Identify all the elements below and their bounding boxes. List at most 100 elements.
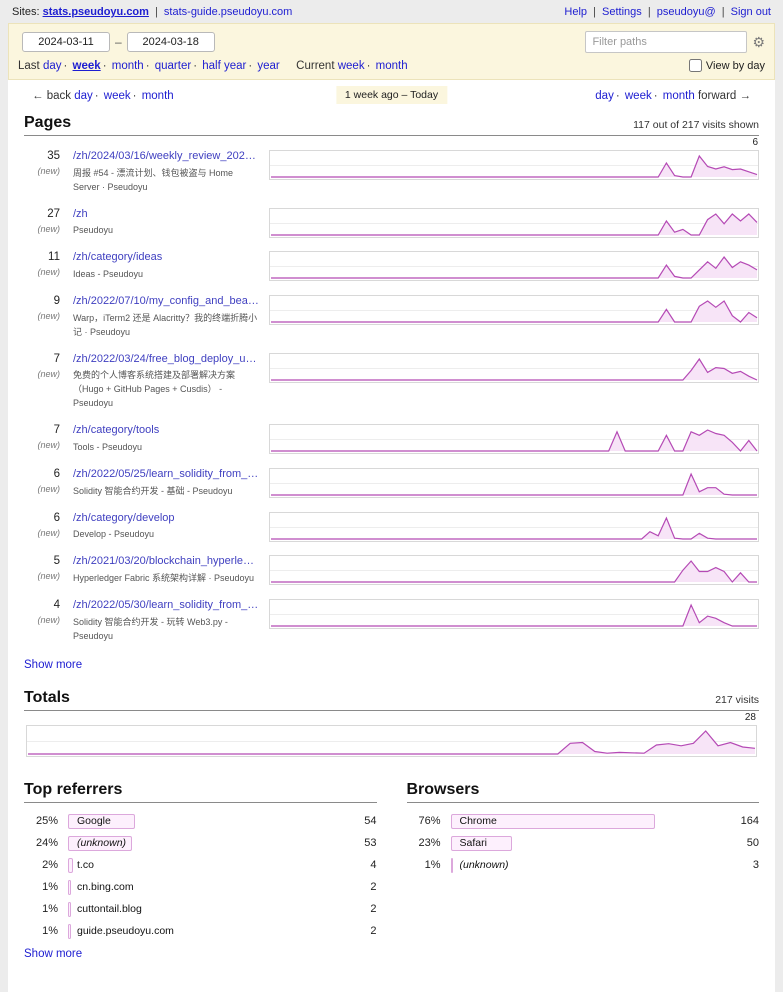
page-desc: 周报 #54 - 漂流计划、钱包被盗与 Home Server · Pseudo… [73, 167, 259, 195]
page-info: /zh/2022/05/30/learn_solidity_from_… Sol… [73, 599, 259, 644]
view-by-day-checkbox[interactable] [689, 59, 702, 72]
forward-month-link[interactable]: month [663, 90, 695, 102]
page-chart-area [269, 512, 759, 543]
page-count-cell: 35 (new) [24, 150, 60, 195]
stat-count: 4 [347, 859, 377, 871]
separator: · [248, 60, 252, 72]
period-half-year[interactable]: half year [202, 60, 246, 72]
new-badge: (new) [24, 528, 60, 538]
top-bar: Sites: stats.pseudoyu.com | stats-guide.… [0, 0, 783, 23]
page-chart-area [269, 424, 759, 455]
view-by-day-toggle[interactable]: View by day [689, 59, 765, 72]
stat-label: cn.bing.com [77, 881, 134, 893]
page-path-link[interactable]: /zh/2021/03/20/blockchain_hyperle… [73, 555, 259, 569]
stat-title: Top referrers [24, 781, 122, 799]
page-row: 6 (new) /zh/2022/05/25/learn_solidity_fr… [24, 468, 759, 499]
page-path-link[interactable]: /zh/2022/03/24/free_blog_deploy_u… [73, 353, 259, 367]
period-links: Last day· week· month· quarter· half yea… [18, 60, 408, 72]
site-link-secondary[interactable]: stats-guide.pseudoyu.com [164, 6, 292, 18]
stat-row: 1% cuttontail.blog 2 [24, 902, 377, 917]
period-day[interactable]: day [43, 60, 62, 72]
sparkline [269, 208, 759, 238]
back-month-link[interactable]: month [142, 90, 174, 102]
site-link-primary[interactable]: stats.pseudoyu.com [43, 6, 149, 18]
separator: · [146, 60, 150, 72]
stat-count: 54 [347, 815, 377, 827]
page-row: 7 (new) /zh/category/tools Tools - Pseud… [24, 424, 759, 455]
period-year[interactable]: year [257, 60, 279, 72]
sparkline [269, 468, 759, 498]
gear-icon[interactable]: ⚙ [752, 35, 765, 49]
stat-bar-area: (unknown) [451, 858, 720, 873]
page-desc: Warp，iTerm2 还是 Alacritty？我的终端折腾小记 · Pseu… [73, 312, 259, 340]
stat-label: Chrome [460, 815, 497, 827]
stat-column: Top referrers 25% Google 54 24% (unknown… [24, 781, 377, 974]
page-path-link[interactable]: /zh [73, 208, 259, 222]
new-badge: (new) [24, 440, 60, 450]
settings-link[interactable]: Settings [602, 6, 642, 18]
totals-visits-note: 217 visits [715, 694, 759, 707]
back-label: ← back [32, 90, 71, 102]
account-link[interactable]: pseudoyu@ [657, 6, 716, 18]
page-path-link[interactable]: /zh/category/ideas [73, 251, 259, 265]
page-chart-area [269, 353, 759, 412]
forward-week-link[interactable]: week [625, 90, 652, 102]
help-link[interactable]: Help [564, 6, 587, 18]
page-path-link[interactable]: /zh/2022/05/30/learn_solidity_from_… [73, 599, 259, 613]
page-chart-area [269, 295, 759, 340]
current-week[interactable]: week [338, 60, 365, 72]
back-week-link[interactable]: week [104, 90, 131, 102]
forward-day-link[interactable]: day [595, 90, 614, 102]
stat-count: 50 [729, 837, 759, 849]
page-row: 35 (new) /zh/2024/03/16/weekly_review_20… [24, 150, 759, 195]
current-label: Current [296, 60, 334, 72]
stat-rows: 25% Google 54 24% (unknown) 53 2% t.co 4… [24, 814, 377, 939]
stat-show-more-link[interactable]: Show more [24, 948, 82, 960]
signout-link[interactable]: Sign out [731, 6, 771, 18]
totals-title: Totals [24, 689, 70, 707]
stat-percent: 76% [407, 815, 441, 827]
page-info: /zh/category/develop Develop - Pseudoyu [73, 512, 259, 543]
sparkline [269, 353, 759, 383]
page-chart-area [269, 599, 759, 644]
page-chart-area [269, 555, 759, 586]
separator: · [64, 60, 68, 72]
filter-paths-input[interactable] [585, 31, 747, 53]
page-chart-area [269, 468, 759, 499]
page-row: 11 (new) /zh/category/ideas Ideas - Pseu… [24, 251, 759, 282]
date-end-input[interactable] [127, 32, 215, 52]
last-label: Last [18, 60, 40, 72]
stat-bar-area: t.co [68, 858, 337, 873]
separator: · [95, 90, 99, 102]
pages-show-more-link[interactable]: Show more [24, 659, 82, 671]
totals-section-header: Totals 217 visits [24, 689, 759, 711]
stat-percent: 23% [407, 837, 441, 849]
page-count-cell: 27 (new) [24, 208, 60, 239]
stat-bar-area: Safari [451, 836, 720, 851]
back-day-link[interactable]: day [74, 90, 93, 102]
stat-row: 1% (unknown) 3 [407, 858, 760, 873]
page-path-link[interactable]: /zh/2024/03/16/weekly_review_202… [73, 150, 259, 164]
page-info: /zh/2022/05/25/learn_solidity_from_… Sol… [73, 468, 259, 499]
stat-count: 2 [347, 903, 377, 915]
sparkline [269, 599, 759, 629]
visits-shown-note: 117 out of 217 visits shown [633, 119, 759, 132]
date-start-input[interactable] [22, 32, 110, 52]
period-quarter[interactable]: quarter [155, 60, 191, 72]
stats-columns: Top referrers 25% Google 54 24% (unknown… [24, 781, 759, 974]
separator: | [593, 6, 596, 18]
page-info: /zh/2022/03/24/free_blog_deploy_u… 免费的个人… [73, 353, 259, 412]
page-path-link[interactable]: /zh/category/develop [73, 512, 259, 526]
totals-chart-area: 28 [26, 725, 757, 757]
forward-label: forward → [698, 90, 751, 102]
stat-bar-area: Chrome [451, 814, 720, 829]
current-month[interactable]: month [376, 60, 408, 72]
page-path-link[interactable]: /zh/2022/07/10/my_config_and_bea… [73, 295, 259, 309]
period-week[interactable]: week [73, 60, 101, 72]
page-row: 27 (new) /zh Pseudoyu [24, 208, 759, 239]
period-month[interactable]: month [112, 60, 144, 72]
page-path-link[interactable]: /zh/category/tools [73, 424, 259, 438]
page-path-link[interactable]: /zh/2022/05/25/learn_solidity_from_… [73, 468, 259, 482]
stat-count: 2 [347, 925, 377, 937]
stat-row: 24% (unknown) 53 [24, 836, 377, 851]
